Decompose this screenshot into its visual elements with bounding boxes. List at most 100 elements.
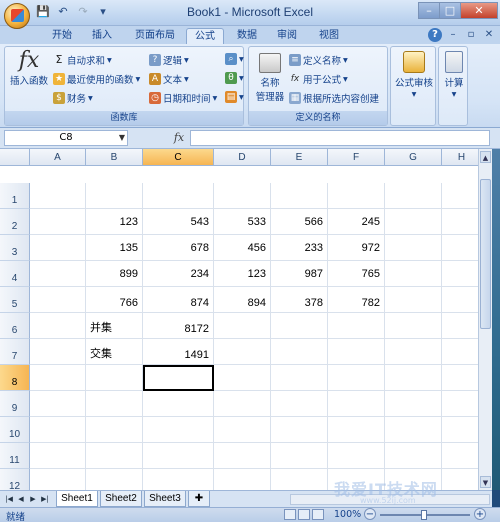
- cell-e1[interactable]: [271, 183, 328, 209]
- close-button[interactable]: ✕: [460, 2, 498, 19]
- row-header-7[interactable]: 7: [0, 339, 30, 365]
- row-header-5[interactable]: 5: [0, 287, 30, 313]
- ribbon-minimize-icon[interactable]: –: [446, 28, 460, 42]
- cell-d7[interactable]: [214, 339, 271, 365]
- maximize-button[interactable]: □: [439, 2, 461, 19]
- cell-h12[interactable]: [442, 469, 478, 490]
- cell-g9[interactable]: [385, 391, 442, 417]
- sheet-tab-3[interactable]: Sheet3: [144, 491, 186, 507]
- cell-a12[interactable]: [30, 469, 86, 490]
- row-header-12[interactable]: 12: [0, 469, 30, 490]
- datetime-button[interactable]: ◷ 日期和时间 ▾: [149, 91, 217, 105]
- cell-a6[interactable]: [30, 313, 86, 339]
- cell-b4[interactable]: 899: [86, 261, 143, 287]
- lookup-button[interactable]: ⌕ ▾: [225, 53, 244, 65]
- zoom-out-icon[interactable]: −: [364, 508, 376, 520]
- cell-c10[interactable]: [143, 417, 214, 443]
- cell-h10[interactable]: [442, 417, 478, 443]
- cell-b3[interactable]: 135: [86, 235, 143, 261]
- horizontal-scrollbar[interactable]: [290, 494, 490, 505]
- row-header-3[interactable]: 3: [0, 235, 30, 261]
- scroll-up-icon[interactable]: ▲: [480, 151, 491, 163]
- name-box[interactable]: C8 ▼: [4, 130, 128, 146]
- tab-view[interactable]: 视图: [312, 28, 346, 44]
- cell-g2[interactable]: [385, 209, 442, 235]
- name-manager-button[interactable]: 名称 管理器: [253, 53, 287, 103]
- tab-home[interactable]: 开始: [44, 28, 80, 44]
- office-button[interactable]: [4, 3, 30, 29]
- row-header-6[interactable]: 6: [0, 313, 30, 339]
- cell-h1[interactable]: [442, 183, 478, 209]
- cell-h5[interactable]: [442, 287, 478, 313]
- ribbon-close-icon[interactable]: ✕: [482, 28, 496, 42]
- cell-h4[interactable]: [442, 261, 478, 287]
- cell-b5[interactable]: 766: [86, 287, 143, 313]
- cell-c3[interactable]: 678: [143, 235, 214, 261]
- cell-h8[interactable]: [442, 365, 478, 391]
- row-header-2[interactable]: 2: [0, 209, 30, 235]
- cell-d4[interactable]: 123: [214, 261, 271, 287]
- cell-b1[interactable]: [86, 183, 143, 209]
- cell-c4[interactable]: 234: [143, 261, 214, 287]
- cell-c7[interactable]: 1491: [143, 339, 214, 365]
- sheet-tab-1[interactable]: Sheet1: [56, 491, 98, 507]
- row-header-1[interactable]: 1: [0, 183, 30, 209]
- cell-h11[interactable]: [442, 443, 478, 469]
- page-layout-view-icon[interactable]: [298, 509, 310, 520]
- cell-f3[interactable]: 972: [328, 235, 385, 261]
- tab-insert[interactable]: 插入: [84, 28, 120, 44]
- column-header-g[interactable]: G: [385, 149, 442, 166]
- cell-h7[interactable]: [442, 339, 478, 365]
- first-sheet-icon[interactable]: |◀: [4, 494, 14, 505]
- cell-b7[interactable]: 交集: [86, 339, 143, 365]
- cell-a9[interactable]: [30, 391, 86, 417]
- cell-c11[interactable]: [143, 443, 214, 469]
- cell-a2[interactable]: [30, 209, 86, 235]
- cell-d6[interactable]: [214, 313, 271, 339]
- cell-f8[interactable]: [328, 365, 385, 391]
- vertical-scrollbar[interactable]: ▲ ▼: [478, 149, 492, 490]
- cell-e11[interactable]: [271, 443, 328, 469]
- cell-e4[interactable]: 987: [271, 261, 328, 287]
- calculation-button[interactable]: 计算 ▾: [440, 51, 468, 100]
- cell-g7[interactable]: [385, 339, 442, 365]
- cell-f4[interactable]: 765: [328, 261, 385, 287]
- cell-g12[interactable]: [385, 469, 442, 490]
- row-header-8[interactable]: 8: [0, 365, 30, 391]
- insert-function-icon[interactable]: fx: [170, 130, 188, 146]
- zoom-slider-thumb[interactable]: [421, 510, 427, 520]
- cell-a1[interactable]: [30, 183, 86, 209]
- zoom-in-icon[interactable]: +: [474, 508, 486, 520]
- cell-d5[interactable]: 894: [214, 287, 271, 313]
- cell-d11[interactable]: [214, 443, 271, 469]
- cell-c8[interactable]: [143, 365, 214, 391]
- cell-b10[interactable]: [86, 417, 143, 443]
- recent-functions-button[interactable]: ★ 最近使用的函数 ▾: [53, 72, 140, 86]
- prev-sheet-icon[interactable]: ◀: [16, 494, 26, 505]
- cell-f12[interactable]: [328, 469, 385, 490]
- insert-function-button[interactable]: fx 插入函数: [7, 49, 51, 88]
- cell-g3[interactable]: [385, 235, 442, 261]
- cell-e2[interactable]: 566: [271, 209, 328, 235]
- cell-e7[interactable]: [271, 339, 328, 365]
- cell-a7[interactable]: [30, 339, 86, 365]
- cell-a8[interactable]: [30, 365, 86, 391]
- tab-page-layout[interactable]: 页面布局: [126, 28, 184, 44]
- cell-b9[interactable]: [86, 391, 143, 417]
- cell-g10[interactable]: [385, 417, 442, 443]
- scroll-down-icon[interactable]: ▼: [480, 476, 491, 488]
- cell-e5[interactable]: 378: [271, 287, 328, 313]
- column-header-f[interactable]: F: [328, 149, 385, 166]
- cell-b11[interactable]: [86, 443, 143, 469]
- cell-g8[interactable]: [385, 365, 442, 391]
- cell-c5[interactable]: 874: [143, 287, 214, 313]
- formula-input[interactable]: [190, 130, 490, 146]
- cell-h6[interactable]: [442, 313, 478, 339]
- cell-b8[interactable]: [86, 365, 143, 391]
- cell-f5[interactable]: 782: [328, 287, 385, 313]
- cell-h3[interactable]: [442, 235, 478, 261]
- cell-f6[interactable]: [328, 313, 385, 339]
- select-all-corner[interactable]: [0, 149, 30, 166]
- column-header-h[interactable]: H: [442, 149, 478, 166]
- cell-b12[interactable]: [86, 469, 143, 490]
